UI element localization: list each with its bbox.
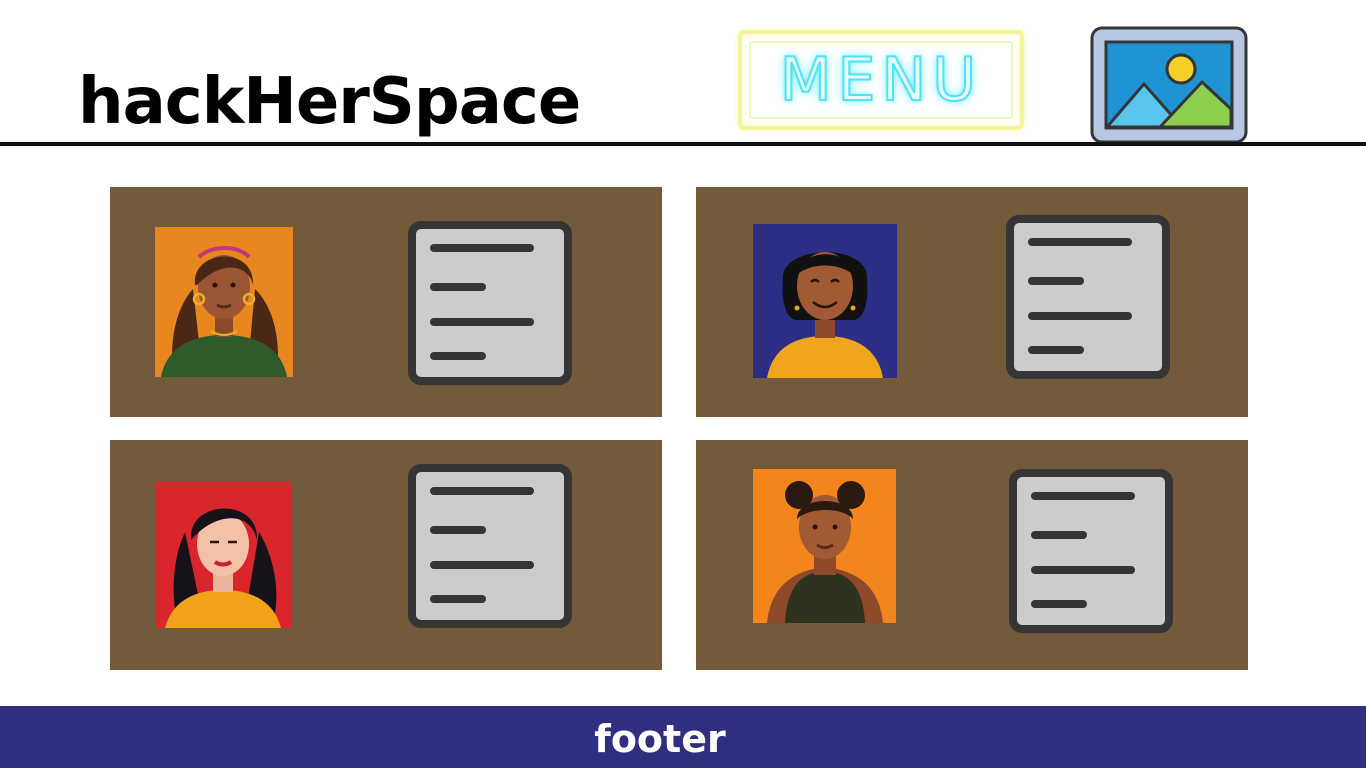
document-icon — [1009, 469, 1173, 633]
document-icon — [408, 221, 572, 385]
menu-button[interactable]: MENU — [738, 30, 1024, 130]
footer-label: footer — [594, 717, 726, 761]
site-title: hackHerSpace — [78, 65, 581, 139]
document-icon — [408, 464, 572, 628]
avatar-3 — [155, 482, 291, 628]
profile-card-3[interactable] — [110, 440, 662, 670]
avatar-2 — [753, 224, 897, 378]
header-divider — [0, 142, 1366, 146]
profile-card-4[interactable] — [696, 440, 1248, 670]
menu-label: MENU — [779, 44, 983, 116]
profile-card-2[interactable] — [696, 187, 1248, 417]
avatar-4 — [753, 469, 896, 623]
profile-card-1[interactable] — [110, 187, 662, 417]
image-placeholder-icon[interactable] — [1090, 26, 1248, 144]
avatar-1 — [155, 227, 293, 377]
header: hackHerSpace MENU — [0, 0, 1366, 146]
footer: footer — [0, 706, 1366, 768]
document-icon — [1006, 215, 1170, 379]
